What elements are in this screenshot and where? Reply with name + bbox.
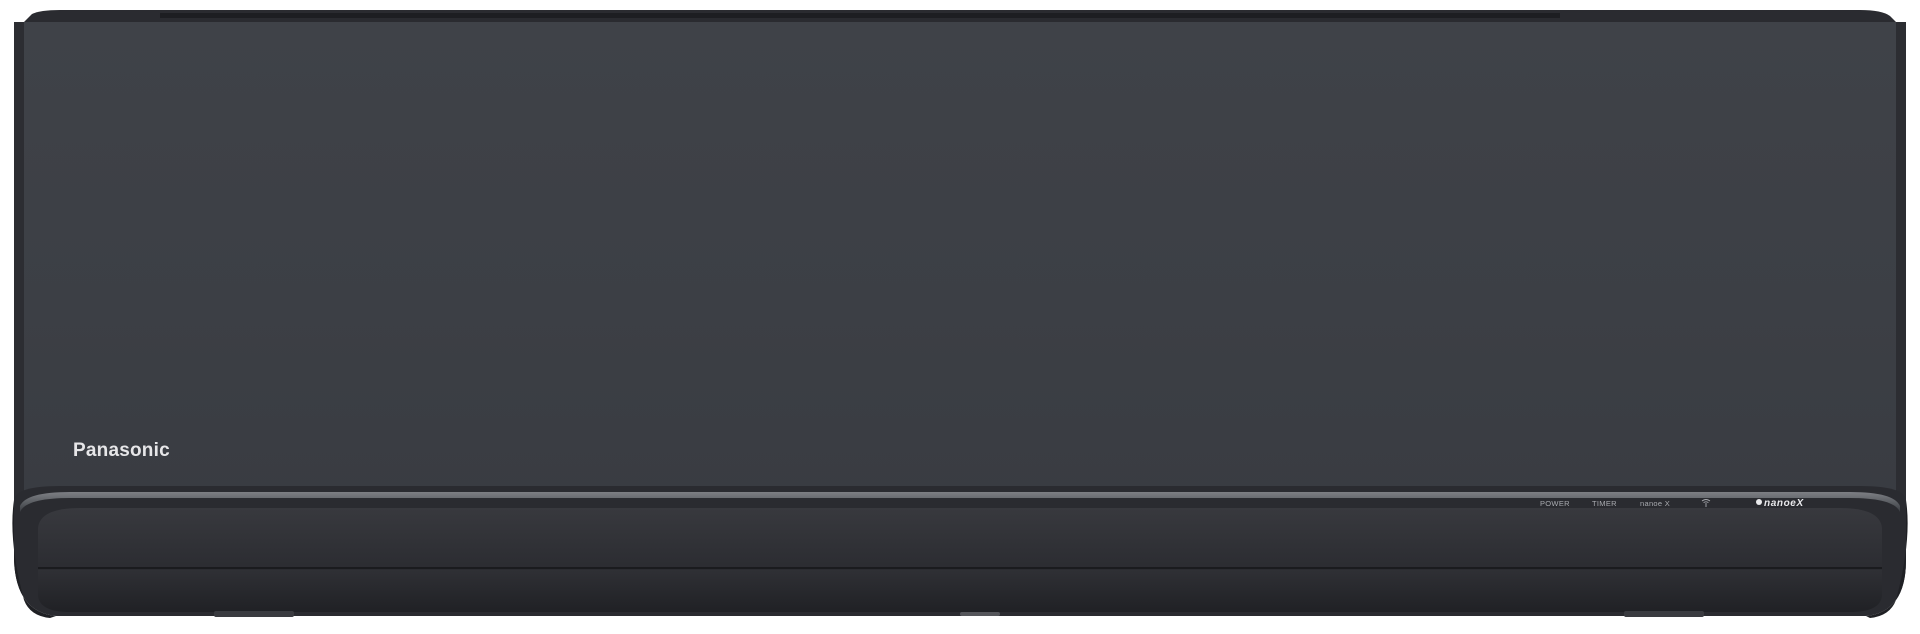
wifi-icon: [1701, 499, 1711, 507]
air-conditioner-body: [12, 10, 1908, 618]
nanoe-indicator-label: nanoe X: [1640, 499, 1671, 508]
top-vent-slot: [160, 13, 1560, 18]
bottom-notch-left: [214, 611, 294, 617]
front-panel: [14, 22, 1906, 500]
timer-indicator-label: TIMER: [1592, 499, 1617, 508]
nanoex-logo-text: nanoeX: [1764, 498, 1804, 509]
bottom-tray: [38, 570, 1882, 612]
right-edge-shade: [1896, 22, 1906, 500]
bottom-notch-right: [1624, 611, 1704, 617]
brand-logo: Panasonic: [73, 440, 170, 461]
left-edge-shade: [14, 22, 24, 500]
product-image: Panasonic POWER TIMER nanoe X nanoeX: [0, 0, 1920, 634]
power-indicator-label: POWER: [1540, 499, 1570, 508]
louver-panel: [38, 508, 1882, 570]
nanoex-logo: nanoeX: [1756, 498, 1804, 509]
nanoex-dot-icon: [1756, 499, 1762, 505]
bottom-notch-center: [960, 612, 1000, 616]
